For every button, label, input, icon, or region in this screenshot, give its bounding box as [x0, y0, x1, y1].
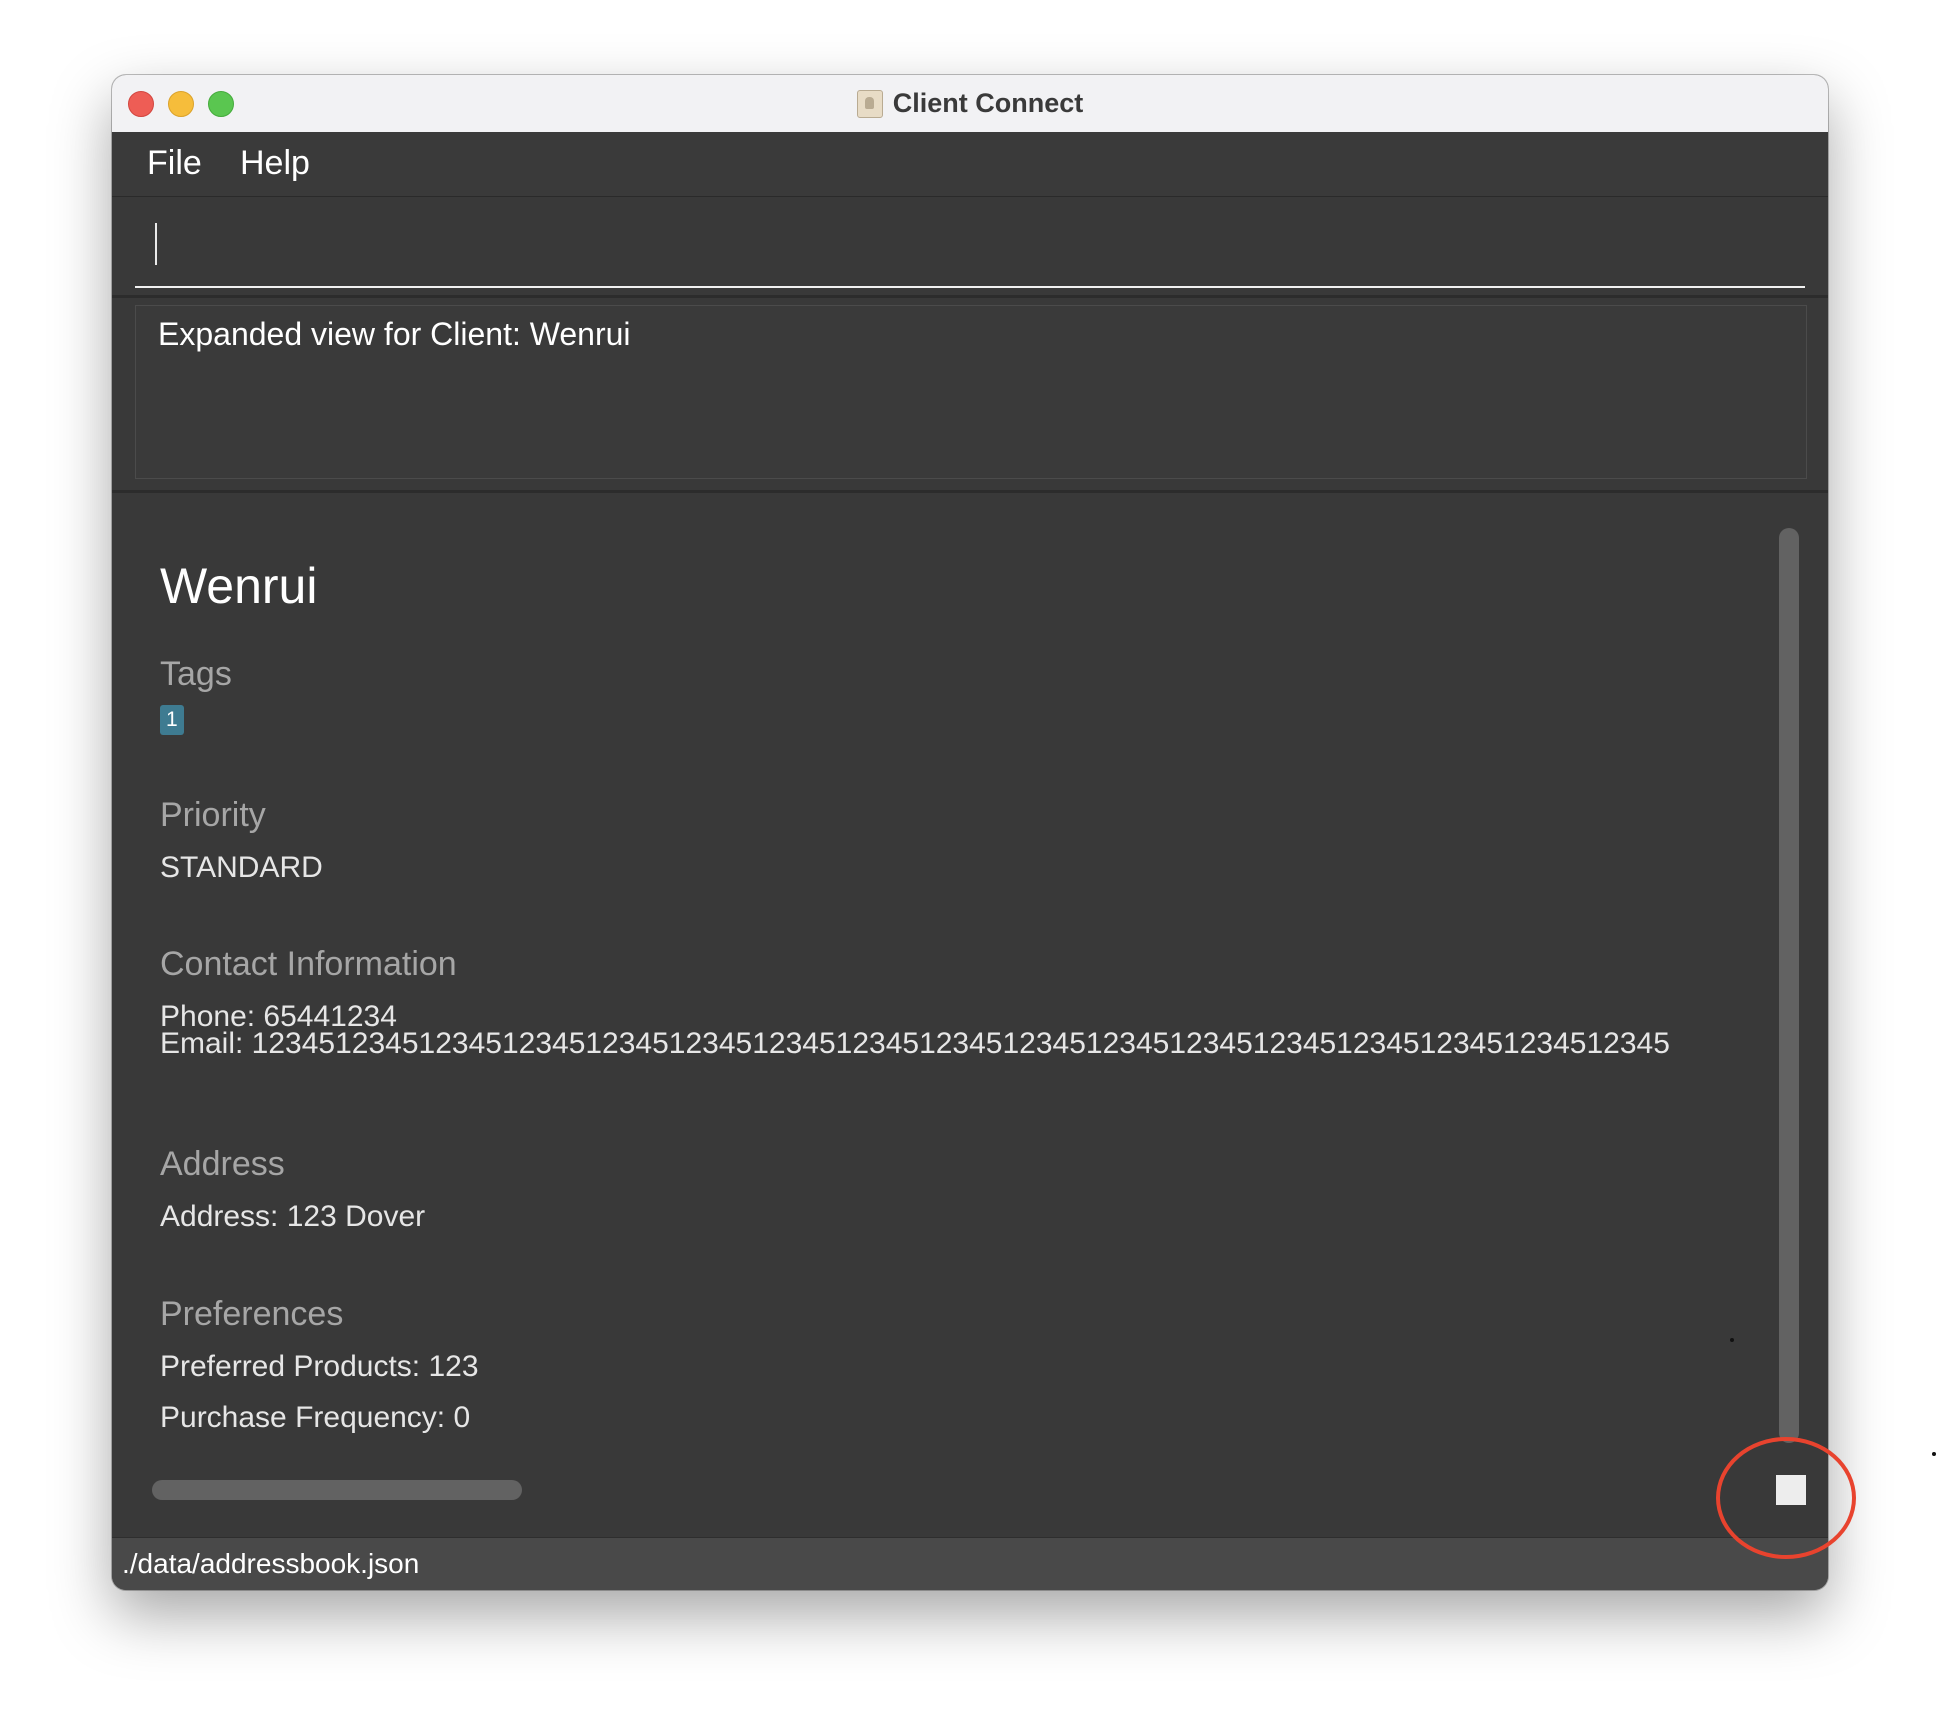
- tag-badge: 1: [160, 705, 184, 735]
- priority-value: STANDARD: [160, 851, 323, 884]
- client-name: Wenrui: [160, 558, 318, 614]
- email-value: Email: 123451234512345123451234512345123…: [160, 1027, 1670, 1060]
- vertical-scroll-thumb[interactable]: [1779, 528, 1799, 1443]
- command-input[interactable]: [135, 208, 1805, 288]
- status-bar: ./data/addressbook.json: [112, 1537, 1828, 1590]
- purchase-frequency-value: Purchase Frequency: 0: [160, 1401, 471, 1434]
- priority-heading: Priority: [160, 796, 266, 834]
- scroll-corner: [1776, 1475, 1806, 1505]
- title-bar[interactable]: Client Connect: [112, 75, 1828, 133]
- address-value: Address: 123 Dover: [160, 1200, 426, 1233]
- preferred-products-value: Preferred Products: 123: [160, 1350, 479, 1383]
- window-title: Client Connect: [892, 88, 1084, 118]
- data-file-path: ./data/addressbook.json: [122, 1548, 420, 1579]
- menu-file[interactable]: File: [147, 144, 202, 183]
- divider: [112, 490, 1828, 493]
- text-caret: [155, 223, 157, 265]
- address-book-icon: [856, 89, 883, 118]
- menu-bar: File Help: [112, 132, 1828, 197]
- vertical-scrollbar[interactable]: [1779, 528, 1799, 1443]
- address-heading: Address: [160, 1145, 285, 1183]
- contact-heading: Contact Information: [160, 945, 457, 983]
- app-window: Client Connect File Help Expanded view f…: [112, 75, 1828, 1590]
- menu-help[interactable]: Help: [240, 144, 310, 183]
- window-title-group: Client Connect: [112, 75, 1828, 132]
- speck: [1932, 1452, 1936, 1456]
- tags-heading: Tags: [160, 655, 232, 693]
- divider: [112, 295, 1828, 298]
- email-row: Email: 123451234512345123451234512345123…: [160, 1027, 1774, 1071]
- client-detail-panel: Wenrui Tags 1 Priority STANDARD Contact …: [112, 495, 1828, 1535]
- speck: [1730, 1338, 1734, 1342]
- preferences-heading: Preferences: [160, 1295, 344, 1333]
- result-display: Expanded view for Client: Wenrui: [135, 305, 1807, 479]
- horizontal-scroll-thumb[interactable]: [152, 1480, 522, 1500]
- result-message: Expanded view for Client: Wenrui: [158, 316, 631, 352]
